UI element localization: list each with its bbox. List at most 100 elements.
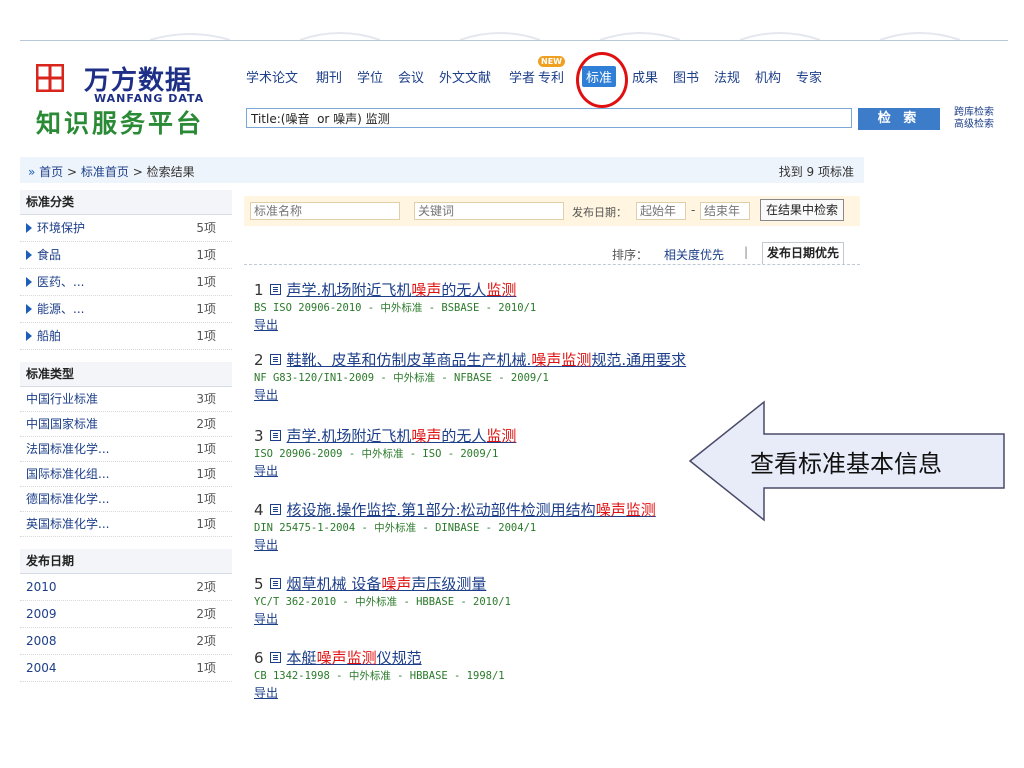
facet-count: 1项	[196, 517, 216, 531]
breadcrumb-home[interactable]: 首页	[39, 165, 63, 179]
new-badge: NEW	[538, 56, 565, 67]
facet-label[interactable]: 法国标准化学...	[26, 442, 109, 456]
facet-label[interactable]: 英国标准化学...	[26, 517, 109, 531]
date-range-dash: -	[691, 203, 696, 217]
search-button[interactable]: 检 索	[858, 108, 940, 130]
facet-type-item[interactable]: 中国行业标准 3项	[20, 387, 232, 412]
triangle-right-icon	[26, 277, 32, 287]
facet-category-item[interactable]: 食品 1项	[20, 242, 232, 269]
nav-item-journals[interactable]: 期刊	[316, 67, 342, 86]
keyword-input[interactable]	[414, 202, 564, 220]
facet-label[interactable]: 医药、...	[37, 275, 84, 289]
nav-item-conferences[interactable]: 会议	[398, 67, 424, 86]
nav-item-scholars[interactable]: 学者	[509, 67, 535, 86]
result-title-link[interactable]: 本艇噪声监测仪规范	[287, 649, 422, 667]
export-link[interactable]: 导出	[254, 610, 511, 628]
facet-type-item[interactable]: 德国标准化学... 1项	[20, 487, 232, 512]
search-within-results-button[interactable]: 在结果中检索	[760, 199, 845, 221]
facet-count: 2项	[196, 580, 216, 594]
facet-sidebar: 标准分类 环境保护 5项 食品 1项 医药、... 1项 能源、... 1项 船舶 1项 …	[20, 190, 232, 682]
facet-count: 1项	[196, 661, 216, 675]
facet-label[interactable]: 中国国家标准	[26, 417, 98, 431]
breadcrumb-standards-home[interactable]: 标准首页	[81, 165, 129, 179]
result-meta: YC/T 362-2010 - 中外标准 - HBBASE - 2010/1	[254, 596, 511, 608]
facet-label[interactable]: 2004	[26, 661, 57, 675]
facet-category-item[interactable]: 船舶 1项	[20, 323, 232, 350]
export-link[interactable]: 导出	[254, 536, 656, 554]
search-side-links: 跨库检索 高级检索	[954, 107, 994, 131]
facet-label[interactable]: 食品	[37, 248, 61, 262]
facet-type-item[interactable]: 中国国家标准 2项	[20, 412, 232, 437]
search-input[interactable]	[246, 108, 852, 128]
callout-text: 查看标准基本信息	[750, 450, 942, 478]
start-year-input[interactable]	[636, 202, 686, 220]
nav-item-foreign[interactable]: 外文文献	[439, 67, 491, 86]
breadcrumb-sep: >	[132, 165, 143, 179]
result-title-link[interactable]: 烟草机械 设备噪声声压级测量	[287, 575, 487, 593]
nav-item-theses[interactable]: 学术论文	[246, 67, 298, 86]
facet-type-item[interactable]: 国际标准化组... 1项	[20, 462, 232, 487]
header-divider	[20, 40, 1008, 41]
facet-type-title: 标准类型	[20, 362, 232, 387]
facet-label[interactable]: 船舶	[37, 329, 61, 343]
facet-label[interactable]: 环境保护	[37, 221, 85, 235]
result-title-link[interactable]: 声学.机场附近飞机噪声的无人监测	[287, 281, 517, 299]
facet-date-item[interactable]: 2010 2项	[20, 574, 232, 601]
cross-db-search-link[interactable]: 跨库检索	[954, 107, 994, 119]
export-link[interactable]: 导出	[254, 462, 516, 480]
facet-label[interactable]: 能源、...	[37, 302, 84, 316]
facet-date-item[interactable]: 2008 2项	[20, 628, 232, 655]
result-item: 5 烟草机械 设备噪声声压级测量 YC/T 362-2010 - 中外标准 - H…	[254, 574, 511, 628]
facet-count: 1项	[196, 329, 216, 343]
logo-mark-icon	[36, 64, 64, 92]
nav-item-experts[interactable]: 专家	[796, 67, 822, 86]
document-icon	[269, 430, 281, 441]
export-link[interactable]: 导出	[254, 386, 686, 404]
nav-item-books[interactable]: 图书	[673, 67, 699, 86]
nav-item-institutions[interactable]: 机构	[755, 67, 781, 86]
nav-item-degrees[interactable]: 学位	[357, 67, 383, 86]
facet-count: 2项	[196, 607, 216, 621]
facet-label[interactable]: 国际标准化组...	[26, 467, 109, 481]
facet-label[interactable]: 2009	[26, 607, 57, 621]
sort-by-date[interactable]: 发布日期优先	[762, 242, 845, 264]
facet-count: 1项	[196, 302, 216, 316]
export-link[interactable]: 导出	[254, 684, 505, 702]
sort-by-relevance[interactable]: 相关度优先	[664, 246, 724, 263]
document-icon	[269, 578, 281, 589]
wanfang-logo[interactable]: 万方数据 WANFANG DATA 知识服务平台	[36, 62, 216, 140]
sort-separator: |	[744, 245, 749, 259]
sort-bar: 排序： 相关度优先 | 发布日期优先	[244, 242, 860, 265]
breadcrumb-sep: >	[67, 165, 78, 179]
result-meta: ISO 20906-2009 - 中外标准 - ISO - 2009/1	[254, 448, 499, 460]
result-item: 4 核设施.操作监控.第1部分:松动部件检测用结构噪声监测 DIN 25475-1…	[254, 500, 656, 554]
result-title-link[interactable]: 鞋靴、皮革和仿制皮革商品生产机械.噪声监测规范.通用要求	[287, 351, 687, 369]
facet-date-item[interactable]: 2004 1项	[20, 655, 232, 682]
facet-date-item[interactable]: 2009 2项	[20, 601, 232, 628]
facet-type-item[interactable]: 英国标准化学... 1项	[20, 512, 232, 537]
breadcrumb-prefix-icon: »	[28, 165, 36, 179]
document-icon	[269, 504, 281, 515]
facet-label[interactable]: 德国标准化学...	[26, 492, 109, 506]
facet-count: 1项	[196, 248, 216, 262]
standard-name-input[interactable]	[250, 202, 400, 220]
result-title-link[interactable]: 核设施.操作监控.第1部分:松动部件检测用结构噪声监测	[287, 501, 656, 519]
date-range-label: 发布日期：	[572, 206, 627, 219]
result-title-link[interactable]: 声学.机场附近飞机噪声的无人监测	[287, 427, 517, 445]
facet-label[interactable]: 2010	[26, 580, 57, 594]
nav-item-patents[interactable]: 专利	[538, 67, 564, 86]
facet-type-item[interactable]: 法国标准化学... 1项	[20, 437, 232, 462]
end-year-input[interactable]	[700, 202, 750, 220]
advanced-search-link[interactable]: 高级检索	[954, 119, 994, 131]
facet-category-item[interactable]: 能源、... 1项	[20, 296, 232, 323]
facet-label[interactable]: 2008	[26, 634, 57, 648]
facet-label[interactable]: 中国行业标准	[26, 392, 98, 406]
export-link[interactable]: 导出	[254, 316, 536, 334]
facet-category-item[interactable]: 环境保护 5项	[20, 215, 232, 242]
result-number: 4	[254, 501, 264, 519]
result-item: 6 本艇噪声监测仪规范 CB 1342-1998 - 中外标准 - HBBASE …	[254, 648, 505, 702]
facet-count: 5项	[196, 221, 216, 235]
nav-item-regulations[interactable]: 法规	[714, 67, 740, 86]
facet-category-item[interactable]: 医药、... 1项	[20, 269, 232, 296]
nav-item-achievements[interactable]: 成果	[632, 67, 658, 86]
